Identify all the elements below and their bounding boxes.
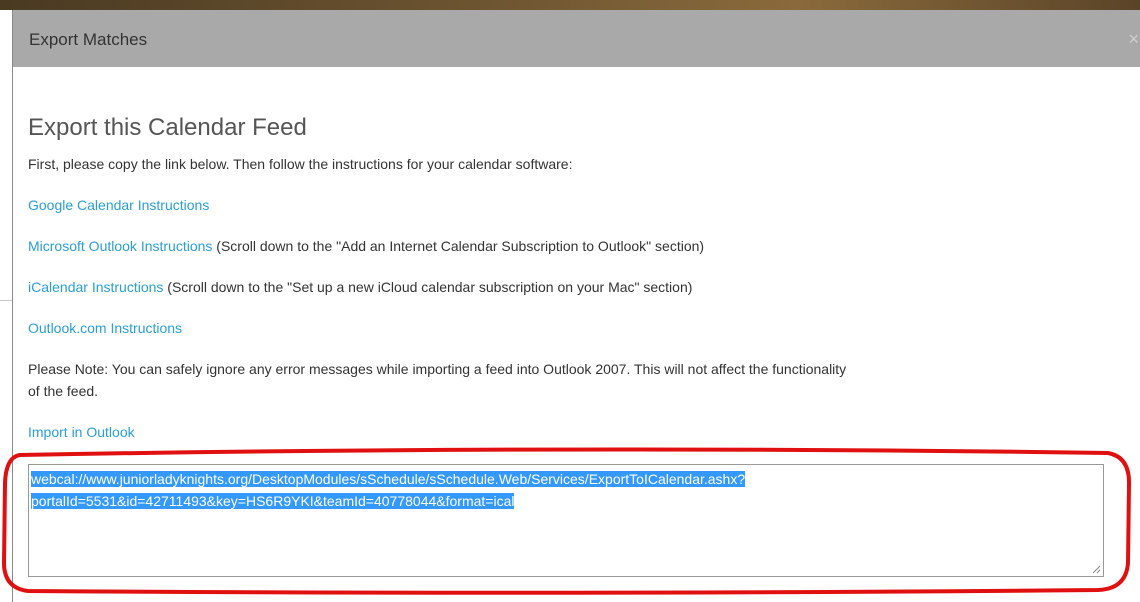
icalendar-note: (Scroll down to the "Set up a new iCloud…: [163, 279, 693, 295]
dialog-content: Export this Calendar Feed First, please …: [28, 113, 1108, 453]
outlook-instructions-link[interactable]: Microsoft Outlook Instructions: [28, 238, 212, 254]
outlook-row: Microsoft Outlook Instructions (Scroll d…: [28, 236, 704, 256]
page-backdrop: [0, 10, 12, 602]
note-line-2: of the feed.: [28, 383, 99, 399]
resize-handle-icon[interactable]: [1091, 564, 1101, 574]
outlookcom-instructions-link[interactable]: Outlook.com Instructions: [28, 320, 182, 336]
feed-url-line-1: webcal://www.juniorladyknights.org/Deskt…: [31, 471, 746, 487]
outlook-note: (Scroll down to the "Add an Internet Cal…: [212, 238, 705, 254]
import-in-outlook-link[interactable]: Import in Outlook: [28, 424, 135, 440]
background-strip: [0, 0, 1140, 10]
close-icon[interactable]: ×: [1128, 29, 1139, 50]
feed-url-line-2: portalId=5531&id=42711493&key=HS6R9YKI&t…: [31, 493, 515, 509]
intro-text: First, please copy the link below. Then …: [28, 156, 573, 172]
feed-url-textarea[interactable]: webcal://www.juniorladyknights.org/Deskt…: [28, 464, 1104, 577]
dialog-header: Export Matches ×: [13, 10, 1140, 67]
google-calendar-link[interactable]: Google Calendar Instructions: [28, 197, 209, 213]
outlookcom-row: Outlook.com Instructions: [28, 318, 182, 338]
page-title: Export this Calendar Feed: [28, 114, 307, 141]
icalendar-row: iCalendar Instructions (Scroll down to t…: [28, 277, 692, 297]
backdrop-divider: [0, 300, 12, 301]
import-row: Import in Outlook: [28, 422, 135, 442]
icalendar-instructions-link[interactable]: iCalendar Instructions: [28, 279, 163, 295]
feed-url-selected-text[interactable]: webcal://www.juniorladyknights.org/Deskt…: [31, 468, 1097, 512]
note-line-1: Please Note: You can safely ignore any e…: [28, 361, 847, 377]
google-row: Google Calendar Instructions: [28, 195, 209, 215]
dialog-title: Export Matches: [29, 30, 148, 49]
